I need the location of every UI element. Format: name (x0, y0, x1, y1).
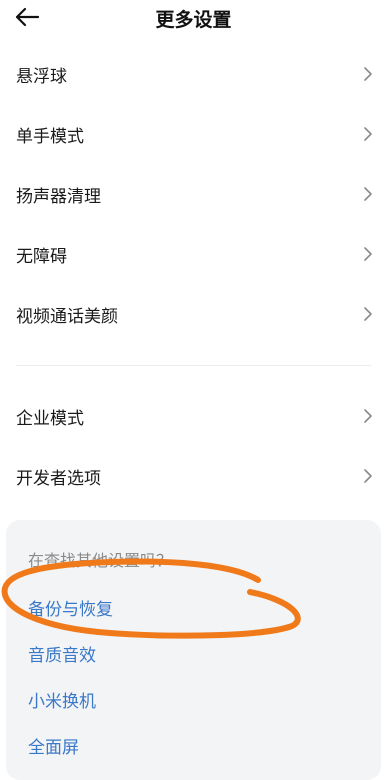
chevron-right-icon (364, 307, 372, 321)
settings-item-label: 开发者选项 (16, 468, 101, 489)
chevron-right-icon (364, 409, 372, 423)
settings-item-video-call-beauty[interactable]: 视频通话美颜 (0, 286, 387, 342)
suggestion-link-mi-mover[interactable]: 小米换机 (28, 687, 96, 712)
settings-item-label: 企业模式 (16, 408, 84, 429)
top-bar: 更多设置 (0, 0, 387, 36)
chevron-right-icon (364, 67, 372, 81)
settings-item-label: 无障碍 (16, 246, 67, 267)
suggestions-title: 在查找其他设置吗？ (28, 551, 173, 570)
settings-item-label: 悬浮球 (16, 66, 67, 87)
suggestion-link-backup-restore[interactable]: 备份与恢复 (28, 595, 113, 620)
section-divider (16, 365, 371, 366)
settings-item-enterprise-mode[interactable]: 企业模式 (0, 388, 387, 444)
chevron-right-icon (364, 247, 372, 261)
settings-item-one-handed-mode[interactable]: 单手模式 (0, 106, 387, 162)
settings-item-label: 扬声器清理 (16, 186, 101, 207)
settings-item-floating-ball[interactable]: 悬浮球 (0, 46, 387, 102)
suggestion-link-full-screen[interactable]: 全面屏 (28, 733, 79, 758)
settings-item-label: 单手模式 (16, 126, 84, 147)
chevron-right-icon (364, 187, 372, 201)
settings-item-accessibility[interactable]: 无障碍 (0, 226, 387, 282)
chevron-right-icon (364, 469, 372, 483)
settings-item-speaker-cleaning[interactable]: 扬声器清理 (0, 166, 387, 222)
suggestion-link-sound-quality[interactable]: 音质音效 (28, 641, 96, 666)
chevron-right-icon (364, 127, 372, 141)
settings-item-label: 视频通话美颜 (16, 306, 118, 327)
page-title: 更多设置 (155, 9, 232, 31)
settings-item-developer-options[interactable]: 开发者选项 (0, 448, 387, 504)
